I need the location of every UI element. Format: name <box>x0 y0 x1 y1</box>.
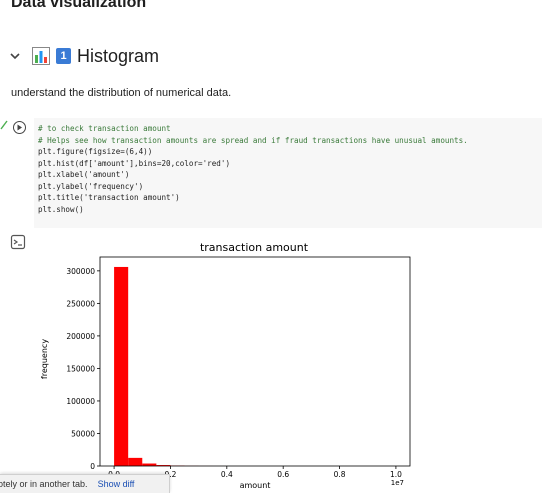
code-line: # Helps see how transaction amounts are … <box>38 135 468 145</box>
histogram-chart: transaction amount 0 50000 100000 150000 200… <box>40 241 411 490</box>
x-axis-label: amount <box>240 481 271 490</box>
code-line: plt.xlabel('amount') <box>38 170 130 179</box>
plot-frame <box>99 256 411 467</box>
y-tick-label: 0 <box>90 462 95 471</box>
histogram-bar <box>128 457 143 466</box>
histogram-bar <box>114 266 129 466</box>
code-cell[interactable]: # to check transaction amount # Helps se… <box>0 116 542 228</box>
chart-title: transaction amount <box>200 241 309 254</box>
x-tick-label: 0.4 <box>221 470 233 479</box>
edit-mark-icon <box>0 120 8 130</box>
x-axis-offset: 1e7 <box>391 479 404 487</box>
y-tick-label: 250000 <box>66 299 95 308</box>
code-line: plt.figure(figsize=(6,4)) <box>38 147 153 156</box>
x-tick-label: 1.0 <box>390 470 402 479</box>
code-line: # to check transaction amount <box>38 124 171 133</box>
code-line: plt.show() <box>38 204 84 214</box>
bar-chart-icon <box>32 47 50 65</box>
y-axis-label: frequency <box>40 339 49 379</box>
x-tick-label: 0.8 <box>334 470 346 479</box>
y-tick-label: 100000 <box>66 397 95 406</box>
y-tick-label: 300000 <box>66 267 95 276</box>
play-icon <box>17 124 22 131</box>
y-tick-label: 50000 <box>71 429 95 438</box>
section-header: 1 Histogram <box>8 44 159 68</box>
code-text[interactable]: # to check transaction amount # Helps se… <box>38 123 468 215</box>
code-line: plt.ylabel('frequency') <box>38 181 144 191</box>
code-line: plt.hist(df['amount'],bins=20,color='red… <box>38 158 231 168</box>
page-heading: Data visualization <box>11 0 147 11</box>
chevron-down-icon[interactable] <box>8 49 22 63</box>
code-line: plt.title('transaction amount') <box>38 193 180 202</box>
run-cell-button[interactable] <box>13 121 26 134</box>
show-diff-link[interactable]: Show diff <box>98 479 135 489</box>
section-number-badge: 1 <box>56 48 71 64</box>
markdown-text: understand the distribution of numerical… <box>11 87 232 99</box>
x-tick-label: 0.6 <box>277 470 289 479</box>
section-title: Histogram <box>77 45 160 66</box>
toast-message: otely or in another tab. <box>0 479 88 489</box>
y-tick-label: 150000 <box>66 364 95 373</box>
y-tick-label: 200000 <box>66 332 95 341</box>
sync-toast: otely or in another tab. Show diff <box>0 474 170 493</box>
